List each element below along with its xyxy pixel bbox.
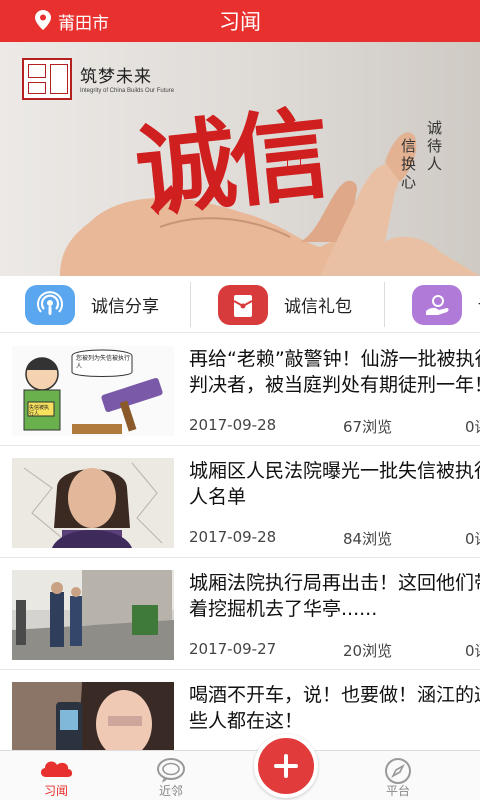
news-thumbnail-cartoon: 您被列为失信被执行人 失信被执行人 [12,346,174,436]
banner-carousel[interactable]: 筑梦未来 Integrity of China Builds Our Futur… [0,42,480,276]
app-header: 莆田市 习闻 [0,0,480,42]
tab-label: 习闻 [43,784,68,798]
poem-column-1: 诚待人 [425,120,443,174]
small-red-seal [287,152,301,174]
cloud-icon [40,761,73,777]
news-date: 2017-09-28 [189,528,277,546]
news-views: 84浏览 [343,530,393,548]
news-thumbnail-breathalyzer [12,682,174,750]
hand-coin-icon [412,284,462,325]
compass-icon [385,758,411,784]
tab-pingtai[interactable]: 平台 [358,751,438,800]
news-title: 再给“老赖”敲警钟！仙游一批被执行判决者，被当庭判处有期徒刑一年！ [189,348,480,396]
page-title: 习闻 [219,10,261,34]
news-item[interactable]: 您被列为失信被执行人 失信被执行人 再给“老赖”敲警钟！仙游一批被执行判决者，被… [0,334,480,446]
news-comments: 0评论 [465,418,480,436]
news-item[interactable]: 城厢法院执行局再出击！这回他们带着挖掘机去了华亭...... 2017-09-2… [0,558,480,670]
news-comments: 0评论 [465,642,480,660]
shortcut-integrity-gift[interactable]: 诚信礼包 [218,276,352,332]
chat-bubble-icon [157,758,185,783]
divider [190,282,191,327]
news-views: 67浏览 [343,418,393,436]
news-title: 城厢区人民法院曝光一批失信被执行人名单 [189,460,480,508]
news-date: 2017-09-27 [189,640,277,658]
news-title: 城厢法院执行局再出击！这回他们带着挖掘机去了华亭...... [189,572,480,620]
tab-jinlin[interactable]: 近邻 [131,751,211,800]
shortcut-integrity-share[interactable]: 诚信分享 [25,276,159,332]
tab-label: 近邻 [158,784,183,798]
tab-xiwen[interactable]: 习闻 [16,751,96,800]
bottom-tab-bar: 习闻 近邻 平台 [0,750,480,800]
news-date: 2017-09-28 [189,416,277,434]
red-envelope-icon [218,284,268,325]
shortcut-bar: 诚信分享 诚信礼包 诚 [0,276,480,333]
add-post-button[interactable] [254,734,318,798]
news-views: 20浏览 [343,642,393,660]
shortcut-third[interactable]: 诚 [412,276,480,332]
news-thumbnail-portrait [12,458,174,548]
podcast-icon [25,284,75,325]
divider [384,282,385,327]
plus-icon [274,754,298,778]
poem-column-2: 信换心 [399,138,417,192]
shortcut-label: 诚信礼包 [284,297,352,317]
shortcut-label: 诚信分享 [91,297,159,317]
news-item[interactable]: 喝酒不开车，说！也要做！涵江的这些人都在这！ [0,670,480,750]
cartoon-sign-text: 失信被执行人 [29,405,50,417]
news-item[interactable]: 城厢区人民法院曝光一批失信被执行人名单 2017-09-28 84浏览 0评论 [0,446,480,558]
news-comments: 0评论 [465,530,480,548]
tab-label: 平台 [385,784,410,798]
cartoon-bubble-text: 您被列为失信被执行人 [76,355,131,370]
news-title: 喝酒不开车，说！也要做！涵江的这些人都在这！ [189,684,480,732]
news-thumbnail-street [12,570,174,660]
